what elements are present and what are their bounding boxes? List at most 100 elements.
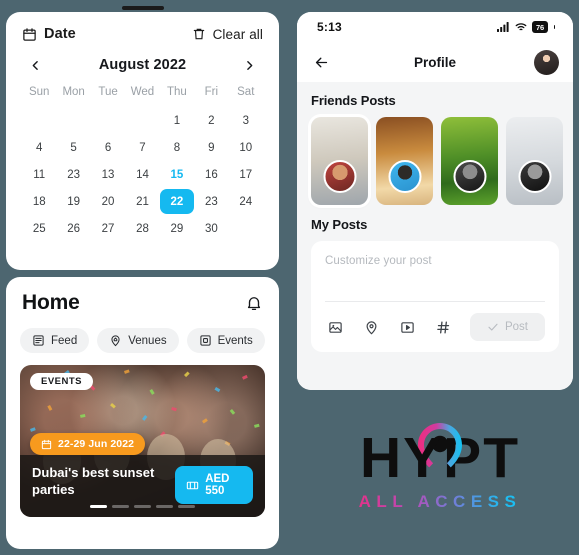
date-cell-7[interactable]: 7: [125, 134, 159, 161]
date-cell-29[interactable]: 29: [160, 215, 194, 242]
status-bar: 5:13 76: [297, 12, 573, 42]
date-cell-19[interactable]: 19: [56, 188, 90, 215]
date-week-row: 11 23 13 14 15 16 17: [22, 161, 263, 188]
friend-post-4[interactable]: [506, 117, 563, 205]
date-cell-5[interactable]: 5: [56, 134, 90, 161]
friends-posts-title: Friends Posts: [311, 93, 396, 108]
date-cell-13[interactable]: 13: [91, 161, 125, 188]
date-cell-empty: [229, 215, 263, 242]
post-button-label: Post: [504, 321, 528, 333]
date-cell-18[interactable]: 18: [22, 188, 56, 215]
device-notch: [122, 6, 164, 10]
date-cell-8[interactable]: 8: [160, 134, 194, 161]
event-price-label: AED 550: [205, 473, 230, 497]
date-cell-28[interactable]: 28: [125, 215, 159, 242]
logo-letter-y: Y: [403, 425, 444, 490]
date-cell-empty: [91, 107, 125, 134]
calendar-header: Date Clear all: [22, 26, 263, 42]
profile-phone-card: 5:13 76 Profile Friends Posts My Posts C…: [297, 12, 573, 390]
date-cell-16[interactable]: 16: [194, 161, 228, 188]
filter-chip-row: Feed Venues Events: [20, 328, 265, 353]
post-input[interactable]: Customize your post: [325, 255, 545, 299]
date-cell-11[interactable]: 11: [22, 161, 56, 188]
battery-level: 76: [536, 22, 544, 32]
date-week-row: 25 26 27 28 29 30: [22, 215, 263, 242]
post-button[interactable]: Post: [469, 313, 545, 341]
weekday-thu: Thu: [167, 86, 187, 98]
carousel-pagination[interactable]: [20, 504, 265, 508]
bell-icon[interactable]: [245, 294, 263, 312]
date-cell-15[interactable]: 15: [160, 161, 194, 188]
weekday-sun: Sun: [28, 86, 50, 98]
date-cell-26[interactable]: 26: [56, 215, 90, 242]
carousel-dot-5[interactable]: [178, 504, 195, 508]
date-cell-10[interactable]: 10: [229, 134, 263, 161]
event-date-chip: 22-29 Jun 2022: [30, 433, 146, 455]
carousel-dot-2[interactable]: [112, 504, 129, 508]
date-cell-9[interactable]: 9: [194, 134, 228, 161]
image-icon[interactable]: [328, 320, 343, 335]
date-cell-24[interactable]: 24: [229, 188, 263, 215]
selected-date-pill: 22: [159, 189, 194, 214]
date-cell-21[interactable]: 21: [125, 188, 159, 215]
date-week-row: 123: [22, 107, 263, 134]
hashtag-icon[interactable]: [436, 320, 451, 335]
avatar[interactable]: [534, 49, 559, 75]
date-cell-23[interactable]: 23: [194, 188, 228, 215]
date-cell-20[interactable]: 20: [91, 188, 125, 215]
carousel-dot-4[interactable]: [156, 504, 173, 508]
wifi-icon: [515, 22, 527, 32]
friends-posts-row: [311, 117, 563, 205]
filter-chip-label: Venues: [128, 334, 167, 347]
carousel-dot-1[interactable]: [90, 504, 107, 508]
composer-divider: [325, 301, 545, 302]
venue-pin-icon: [109, 334, 122, 347]
event-carousel-card[interactable]: EVENTS 22-29 Jun 2022 Dubai's best sunse…: [20, 365, 265, 517]
next-month-button[interactable]: [241, 56, 259, 74]
date-cell-1[interactable]: 1: [160, 107, 194, 134]
status-indicators: 76: [497, 21, 555, 33]
month-title: August 2022: [98, 57, 187, 73]
date-cell-4[interactable]: 4: [22, 134, 56, 161]
month-navigation: August 2022: [22, 56, 263, 74]
date-cell-14[interactable]: 14: [125, 161, 159, 188]
calendar-icon: [22, 27, 37, 42]
event-title: Dubai's best sunset parties: [32, 465, 155, 498]
weekday-header-row: Sun Mon Tue Wed Thu Fri Sat: [22, 86, 263, 107]
friend-avatar-3: [453, 160, 486, 193]
nav-title: Profile: [413, 54, 456, 70]
ticket-icon: [186, 479, 199, 492]
date-week-row: 4 5 6 7 8 9 10: [22, 134, 263, 161]
status-time: 5:13: [317, 20, 342, 34]
calendar-icon: [41, 439, 52, 450]
friend-post-3[interactable]: [441, 117, 498, 205]
weekday-mon: Mon: [62, 86, 85, 98]
date-cell-2[interactable]: 2: [194, 107, 228, 134]
event-price-button[interactable]: AED 550: [175, 466, 253, 504]
location-pin-icon[interactable]: [364, 320, 379, 335]
friend-avatar-2: [388, 160, 421, 193]
date-cell-27[interactable]: 27: [91, 215, 125, 242]
date-cell-3[interactable]: 3: [229, 107, 263, 134]
date-cell-23[interactable]: 23: [56, 161, 90, 188]
carousel-dot-3[interactable]: [134, 504, 151, 508]
date-cell-22[interactable]: 22: [159, 188, 194, 215]
filter-chip-feed[interactable]: Feed: [20, 328, 90, 353]
friend-post-1[interactable]: [311, 117, 368, 205]
date-cell-empty: [22, 107, 56, 134]
filter-chip-events[interactable]: Events: [186, 328, 265, 353]
friend-avatar-1: [323, 160, 356, 193]
check-icon: [487, 321, 499, 333]
logo-wordmark: H Y P T: [345, 423, 535, 491]
video-icon[interactable]: [400, 320, 415, 335]
prev-month-button[interactable]: [26, 56, 44, 74]
date-cell-6[interactable]: 6: [91, 134, 125, 161]
filter-chip-venues[interactable]: Venues: [97, 328, 179, 353]
date-cell-25[interactable]: 25: [22, 215, 56, 242]
friend-post-2[interactable]: [376, 117, 433, 205]
clear-all-button[interactable]: Clear all: [192, 27, 263, 42]
arrow-left-icon[interactable]: [313, 54, 330, 71]
date-cell-17[interactable]: 17: [229, 161, 263, 188]
event-category-badge: EVENTS: [30, 373, 94, 390]
date-cell-30[interactable]: 30: [194, 215, 228, 242]
